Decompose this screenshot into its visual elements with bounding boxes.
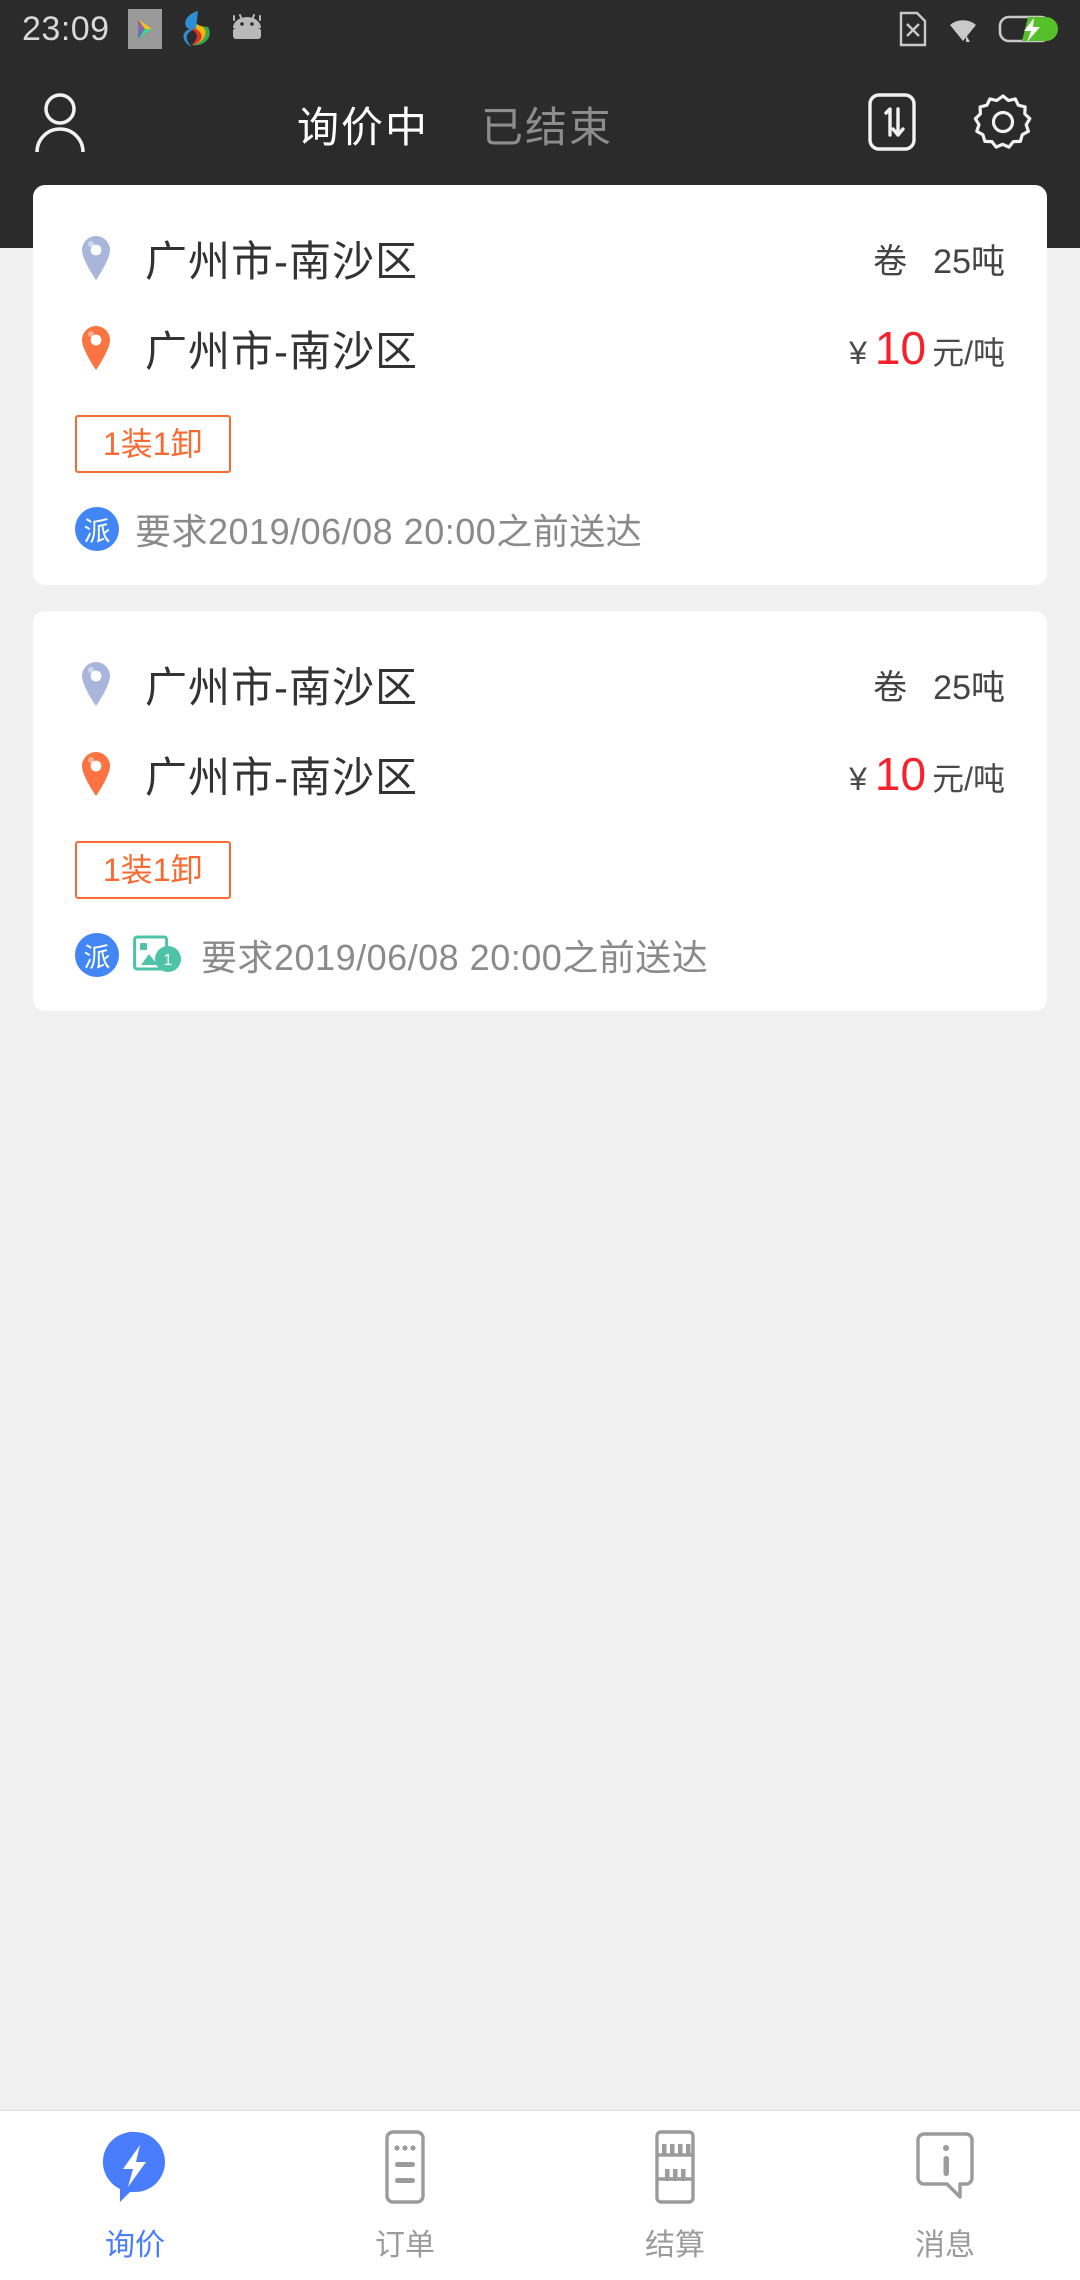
nav-item-inquiry[interactable]: 询价 [0, 2128, 270, 2264]
message-info-icon [912, 2128, 978, 2206]
user-icon [31, 90, 89, 159]
status-bar: 23:09 [0, 0, 1080, 58]
profile-button[interactable] [0, 90, 120, 159]
nav-label-message: 消息 [915, 2228, 975, 2262]
destination-location-text: 广州市-南沙区 [145, 327, 418, 375]
inquiry-card[interactable]: 广州市-南沙区 卷 25吨 广州市-南沙区 ¥ 10 [33, 185, 1047, 585]
status-bar-clock: 23:09 [22, 9, 110, 48]
cargo-weight-text: 25吨 [933, 668, 1005, 707]
origin-location-text: 广州市-南沙区 [145, 663, 418, 711]
map-pin-origin-icon [75, 234, 117, 282]
destination-row: 广州市-南沙区 ¥ 10 元/吨 [75, 303, 1005, 393]
sync-app-icon [176, 9, 214, 49]
nav-label-settlement: 结算 [645, 2228, 705, 2262]
price-unit: 元/吨 [932, 335, 1005, 371]
origin-row: 广州市-南沙区 卷 25吨 [75, 639, 1005, 729]
load-unload-badge: 1装1卸 [75, 841, 231, 899]
inquiry-list: 广州市-南沙区 卷 25吨 广州市-南沙区 ¥ 10 元/吨 1装1卸 派 要求… [0, 185, 1080, 1037]
dispatch-badge: 派 [75, 507, 119, 551]
destination-location-text: 广州市-南沙区 [145, 753, 418, 801]
destination-row: 广州市-南沙区 ¥ 10 元/吨 [75, 729, 1005, 819]
dispatch-badge: 派 [75, 933, 119, 977]
battery-charging-icon [998, 12, 1058, 46]
currency-symbol: ¥ [849, 335, 867, 371]
photo-attachment-count: 1 [164, 952, 173, 969]
origin-row: 广州市-南沙区 卷 25吨 [75, 213, 1005, 303]
wifi-icon [944, 13, 982, 45]
nav-label-inquiry: 询价 [105, 2228, 165, 2262]
requirement-row: 派 1 要求2019/06/08 20:00之前送达 [75, 929, 1005, 981]
origin-location-text: 广州市-南沙区 [145, 237, 418, 285]
price-info: ¥ 10 元/吨 [849, 747, 1005, 801]
price-value: 10 [874, 748, 927, 800]
nav-item-settlement[interactable]: 结算 [540, 2128, 810, 2264]
sort-one-way-icon[interactable] [864, 91, 920, 158]
cargo-type-text: 卷 [873, 668, 908, 707]
load-badge-row: 1装1卸 [75, 415, 1005, 473]
load-badge-row: 1装1卸 [75, 841, 1005, 899]
status-bar-notification-icons [127, 9, 266, 49]
photo-attachment-icon[interactable]: 1 [133, 935, 185, 975]
price-value: 10 [874, 322, 927, 374]
cargo-weight-text: 25吨 [933, 242, 1005, 281]
header-actions [790, 91, 1080, 158]
map-pin-destination-icon [75, 324, 117, 372]
inquiry-bolt-icon [99, 2128, 171, 2206]
header-tab-group: 询价中 已结束 [120, 94, 790, 155]
gear-icon[interactable] [972, 91, 1034, 158]
price-info: ¥ 10 元/吨 [849, 321, 1005, 375]
status-bar-system-icons [898, 10, 1058, 48]
price-unit: 元/吨 [932, 761, 1005, 797]
tab-inquiring[interactable]: 询价中 [297, 94, 429, 155]
cargo-type-text: 卷 [873, 242, 908, 281]
inquiry-card[interactable]: 广州市-南沙区 卷 25吨 广州市-南沙区 ¥ 10 [33, 611, 1047, 1011]
requirement-text: 要求2019/06/08 20:00之前送达 [135, 511, 643, 552]
play-store-icon [127, 9, 162, 49]
map-pin-destination-icon [75, 750, 117, 798]
nav-label-order: 订单 [375, 2228, 435, 2262]
nav-item-message[interactable]: 消息 [810, 2128, 1080, 2264]
nav-item-order[interactable]: 订单 [270, 2128, 540, 2264]
sim-card-off-icon [898, 10, 928, 48]
load-unload-badge: 1装1卸 [75, 415, 231, 473]
currency-symbol: ¥ [849, 761, 867, 797]
map-pin-origin-icon [75, 660, 117, 708]
requirement-row: 派 要求2019/06/08 20:00之前送达 [75, 503, 1005, 555]
settlement-abacus-icon [645, 2128, 705, 2206]
order-document-icon [375, 2128, 435, 2206]
tab-finished[interactable]: 已结束 [481, 94, 613, 155]
android-robot-icon [228, 14, 266, 44]
bottom-navigation: 询价 订单 结算 消息 [0, 2110, 1080, 2280]
cargo-info: 卷 25吨 [873, 660, 1005, 709]
requirement-text: 要求2019/06/08 20:00之前送达 [201, 937, 709, 978]
cargo-info: 卷 25吨 [873, 234, 1005, 283]
app-screen: 23:09 询价中 已结束 广州市-南沙区 卷 25吨 广州市-南沙区 ¥ 10… [0, 0, 1080, 2280]
